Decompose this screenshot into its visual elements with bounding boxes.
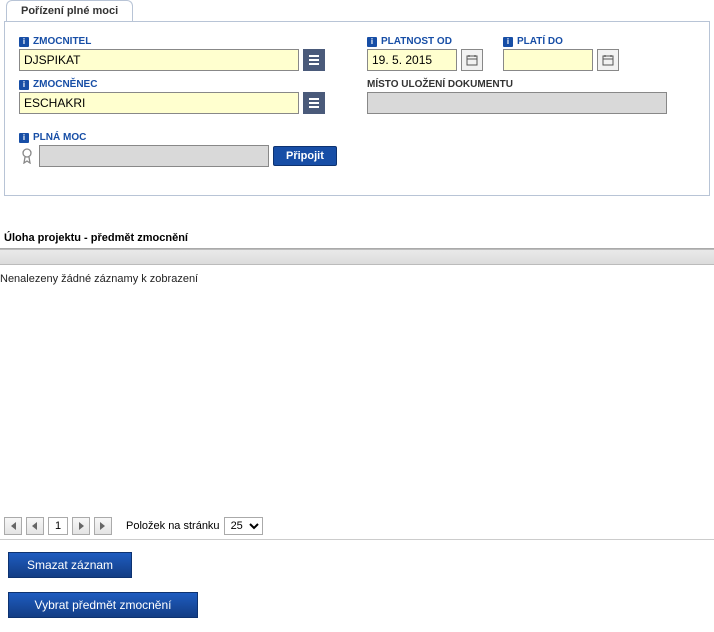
input-platnost-od[interactable] [367,49,457,71]
prev-icon [31,522,39,530]
grid-empty-message: Nenalezeny žádné záznamy k zobrazení [0,265,714,293]
tab-porizeni[interactable]: Pořízení plné moci [6,0,133,22]
label-platnost-od: PLATNOST OD [381,36,452,47]
certificate-icon [19,148,35,164]
section-title: Úloha projektu - předmět zmocnění [0,226,714,249]
pager-prev-button[interactable] [26,517,44,535]
pager: Položek na stránku 25 [0,513,714,540]
info-icon: i [19,37,29,47]
calendar-plati-do-button[interactable] [597,49,619,71]
vybrat-predmet-button[interactable]: Vybrat předmět zmocnění [8,592,198,618]
label-plati-do: PLATÍ DO [517,36,563,47]
pripojit-button[interactable]: Připojit [273,146,337,166]
label-zmocnitel: ZMOCNITEL [33,36,91,47]
next-icon [77,522,85,530]
last-icon [99,522,107,530]
pager-last-button[interactable] [94,517,112,535]
calendar-platnost-od-button[interactable] [461,49,483,71]
pager-first-button[interactable] [4,517,22,535]
info-icon: i [503,37,513,47]
input-zmocnitel[interactable] [19,49,299,71]
smazat-zaznam-button[interactable]: Smazat záznam [8,552,132,578]
calendar-icon [602,54,614,66]
list-icon [308,97,320,109]
first-icon [9,522,17,530]
input-plati-do[interactable] [503,49,593,71]
input-zmocnenec[interactable] [19,92,299,114]
label-zmocnenec: ZMOCNĚNEC [33,79,97,90]
calendar-icon [466,54,478,66]
input-plna-moc[interactable] [39,145,269,167]
pager-next-button[interactable] [72,517,90,535]
grid-header-bar [0,249,714,265]
info-icon: i [19,80,29,90]
label-misto-ulozeni: MÍSTO ULOŽENÍ DOKUMENTU [367,79,513,90]
form-panel: i ZMOCNITEL i ZMOCNĚNEC [4,21,710,196]
info-icon: i [367,37,377,47]
label-plna-moc: PLNÁ MOC [33,132,86,143]
lookup-zmocnitel-button[interactable] [303,49,325,71]
input-misto-ulozeni[interactable] [367,92,667,114]
pager-size-select[interactable]: 25 [224,517,263,535]
list-icon [308,54,320,66]
pager-page-input[interactable] [48,517,68,535]
pager-size-label: Položek na stránku [126,520,220,532]
lookup-zmocnenec-button[interactable] [303,92,325,114]
info-icon: i [19,133,29,143]
